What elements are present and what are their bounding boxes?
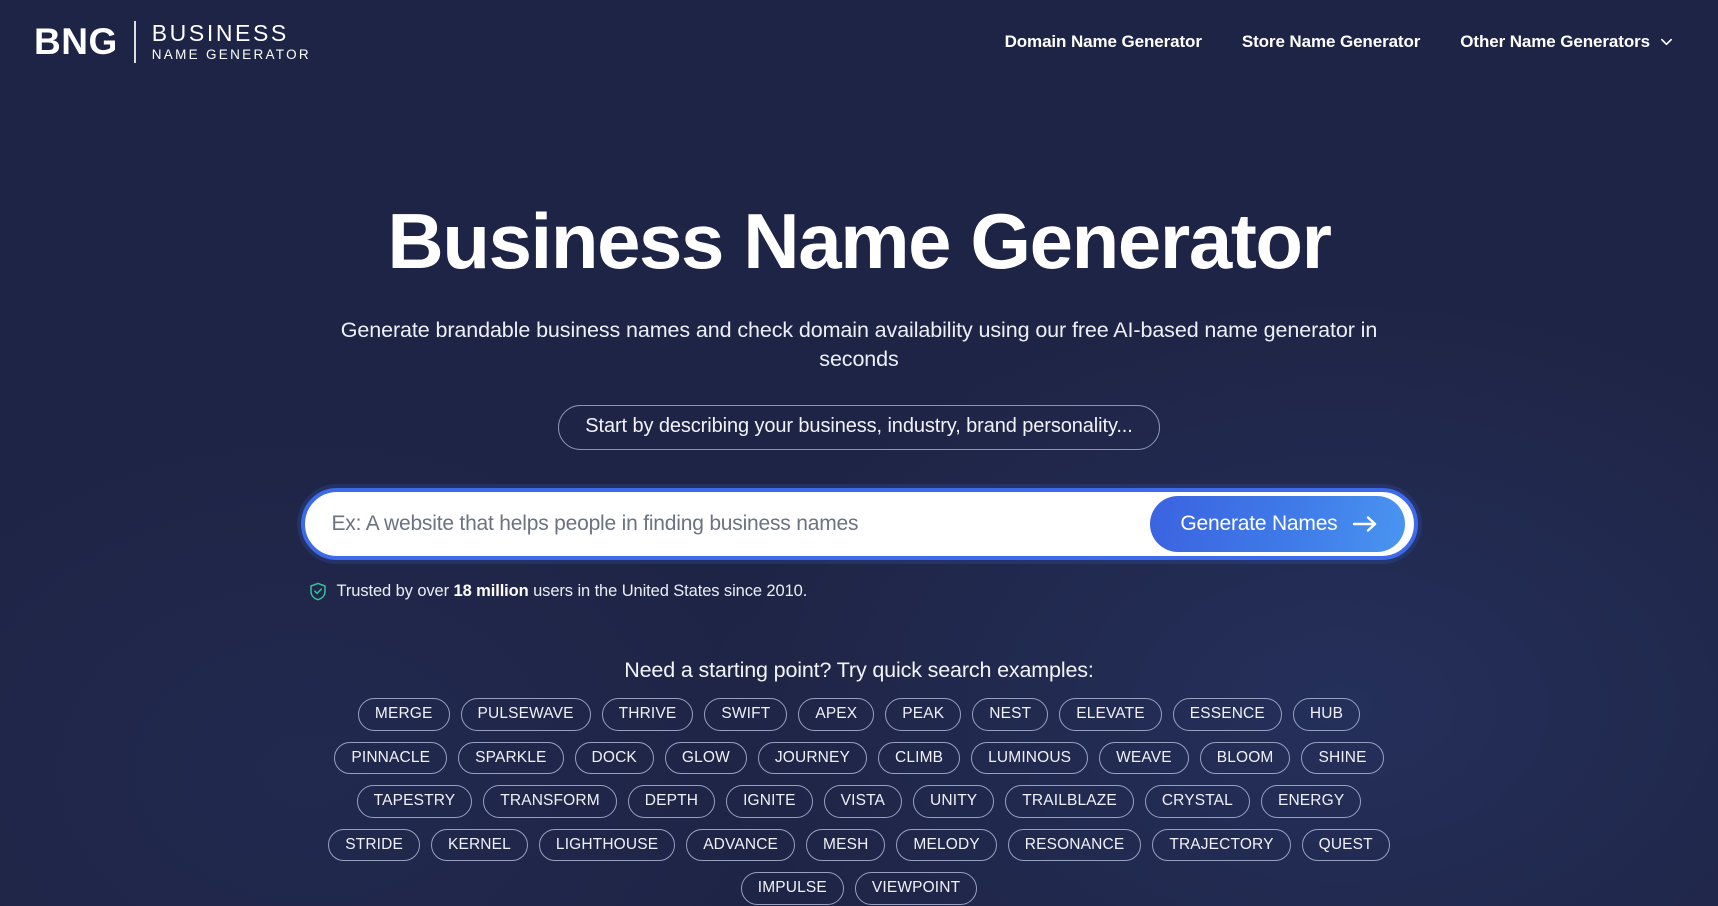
example-tag-row: IMPULSE VIEWPOINT bbox=[0, 872, 1718, 905]
chevron-down-icon bbox=[1659, 34, 1674, 49]
example-tag[interactable]: HUB bbox=[1292, 698, 1361, 731]
example-tag[interactable]: VIEWPOINT bbox=[854, 872, 978, 905]
example-tag[interactable]: LUMINOUS bbox=[971, 741, 1089, 775]
example-tag[interactable]: STRIDE bbox=[328, 828, 420, 862]
example-tag[interactable]: MERGE bbox=[357, 698, 450, 731]
example-tag[interactable]: RESONANCE bbox=[1007, 828, 1142, 862]
search-bar[interactable]: Generate Names bbox=[300, 488, 1418, 561]
example-tag[interactable]: ADVANCE bbox=[686, 828, 796, 862]
example-tag[interactable]: GLOW bbox=[664, 741, 747, 775]
hero-section: Business Name Generator Generate brandab… bbox=[0, 83, 1718, 905]
trust-banner: Trusted by over 18 million users in the … bbox=[301, 582, 1418, 601]
logo-wordmark-line2: NAME GENERATOR bbox=[151, 46, 311, 62]
nav-item-domain-name-generator[interactable]: Domain Name Generator bbox=[1005, 32, 1202, 52]
example-tag[interactable]: CLIMB bbox=[878, 741, 961, 775]
trust-prefix: Trusted by over bbox=[336, 582, 454, 601]
example-tag[interactable]: DEPTH bbox=[627, 785, 716, 818]
nav-item-label: Domain Name Generator bbox=[1004, 31, 1202, 51]
example-tag[interactable]: TRAJECTORY bbox=[1152, 828, 1291, 862]
hint-pill-container: Start by describing your business, indus… bbox=[0, 405, 1718, 451]
examples-heading: Need a starting point? Try quick search … bbox=[624, 658, 1094, 683]
example-tag[interactable]: BLOOM bbox=[1199, 741, 1291, 775]
nav-item-other-name-generators[interactable]: Other Name Generators bbox=[1460, 32, 1674, 52]
example-tag[interactable]: TRANSFORM bbox=[483, 785, 617, 818]
example-tag[interactable]: PULSEWAVE bbox=[460, 698, 591, 731]
example-tag[interactable]: MELODY bbox=[896, 828, 997, 862]
hero-subtitle: Generate brandable business names and ch… bbox=[340, 317, 1378, 372]
example-tag-rows: MERGE PULSEWAVE THRIVE SWIFT APEX PEAK NEST ELE… bbox=[0, 698, 1718, 905]
example-tag[interactable]: QUEST bbox=[1301, 828, 1390, 862]
example-tag[interactable]: ENERGY bbox=[1260, 785, 1362, 818]
example-tag-row: STRIDE KERNEL LIGHTHOUSE ADVANCE MESH MELODY R… bbox=[0, 828, 1718, 862]
nav-item-label: Store Name Generator bbox=[1241, 31, 1421, 51]
page-title: Business Name Generator bbox=[387, 197, 1332, 285]
example-tag[interactable]: IMPULSE bbox=[740, 872, 844, 905]
nav-item-label: Other Name Generators bbox=[1460, 31, 1650, 51]
generate-names-button[interactable]: Generate Names bbox=[1150, 496, 1405, 553]
example-tag[interactable]: KERNEL bbox=[430, 828, 528, 862]
example-tag[interactable]: JOURNEY bbox=[757, 741, 868, 775]
logo-wordmark: BUSINESS NAME GENERATOR bbox=[151, 19, 311, 62]
search-input[interactable] bbox=[331, 492, 1151, 557]
example-tag[interactable]: DOCK bbox=[574, 741, 654, 775]
example-tag[interactable]: TRAILBLAZE bbox=[1005, 785, 1134, 818]
site-header: BNG BUSINESS NAME GENERATOR Domain Name … bbox=[0, 0, 1718, 83]
example-tag[interactable]: IGNITE bbox=[726, 785, 813, 818]
trust-highlight: 18 million bbox=[453, 582, 529, 601]
example-tag[interactable]: NEST bbox=[972, 698, 1049, 731]
example-tag[interactable]: THRIVE bbox=[601, 698, 694, 731]
example-tag[interactable]: MESH bbox=[806, 828, 886, 862]
example-tag[interactable]: LIGHTHOUSE bbox=[538, 828, 676, 862]
example-tag[interactable]: PINNACLE bbox=[334, 741, 448, 775]
quick-search-examples: Need a starting point? Try quick search … bbox=[0, 658, 1718, 905]
arrow-right-icon bbox=[1352, 514, 1379, 534]
example-tag[interactable]: WEAVE bbox=[1099, 741, 1189, 775]
example-tag[interactable]: APEX bbox=[798, 698, 875, 731]
shield-check-icon bbox=[309, 582, 327, 601]
example-tag[interactable]: TAPESTRY bbox=[356, 785, 473, 818]
trust-suffix: users in the United States since 2010. bbox=[528, 582, 808, 601]
logo[interactable]: BNG BUSINESS NAME GENERATOR bbox=[34, 19, 311, 63]
example-tag[interactable]: SWIFT bbox=[704, 698, 788, 731]
logo-wordmark-line1: BUSINESS bbox=[151, 19, 289, 46]
example-tag[interactable]: UNITY bbox=[913, 785, 995, 818]
example-tag[interactable]: ESSENCE bbox=[1172, 698, 1282, 731]
example-tag[interactable]: SHINE bbox=[1301, 741, 1384, 775]
hint-pill[interactable]: Start by describing your business, indus… bbox=[558, 405, 1160, 451]
example-tag[interactable]: SPARKLE bbox=[458, 741, 564, 775]
main-navigation: Domain Name Generator Store Name Generat… bbox=[1005, 32, 1684, 52]
example-tag[interactable]: ELEVATE bbox=[1059, 698, 1162, 731]
logo-divider bbox=[133, 20, 136, 63]
generate-names-label: Generate Names bbox=[1180, 512, 1338, 536]
search-section: Generate Names Trusted by over 18 millio… bbox=[300, 488, 1418, 601]
logo-mark: BNG bbox=[34, 21, 118, 62]
example-tag[interactable]: PEAK bbox=[885, 698, 962, 731]
example-tag[interactable]: CRYSTAL bbox=[1144, 785, 1250, 818]
example-tag-row: TAPESTRY TRANSFORM DEPTH IGNITE VISTA UNITY TR… bbox=[0, 785, 1718, 818]
example-tag-row: PINNACLE SPARKLE DOCK GLOW JOURNEY CLIMB LUMIN… bbox=[0, 741, 1718, 775]
trust-text: Trusted by over 18 million users in the … bbox=[337, 582, 808, 601]
nav-item-store-name-generator[interactable]: Store Name Generator bbox=[1241, 31, 1421, 52]
example-tag-row: MERGE PULSEWAVE THRIVE SWIFT APEX PEAK NEST ELE… bbox=[0, 698, 1718, 731]
example-tag[interactable]: VISTA bbox=[823, 785, 903, 818]
